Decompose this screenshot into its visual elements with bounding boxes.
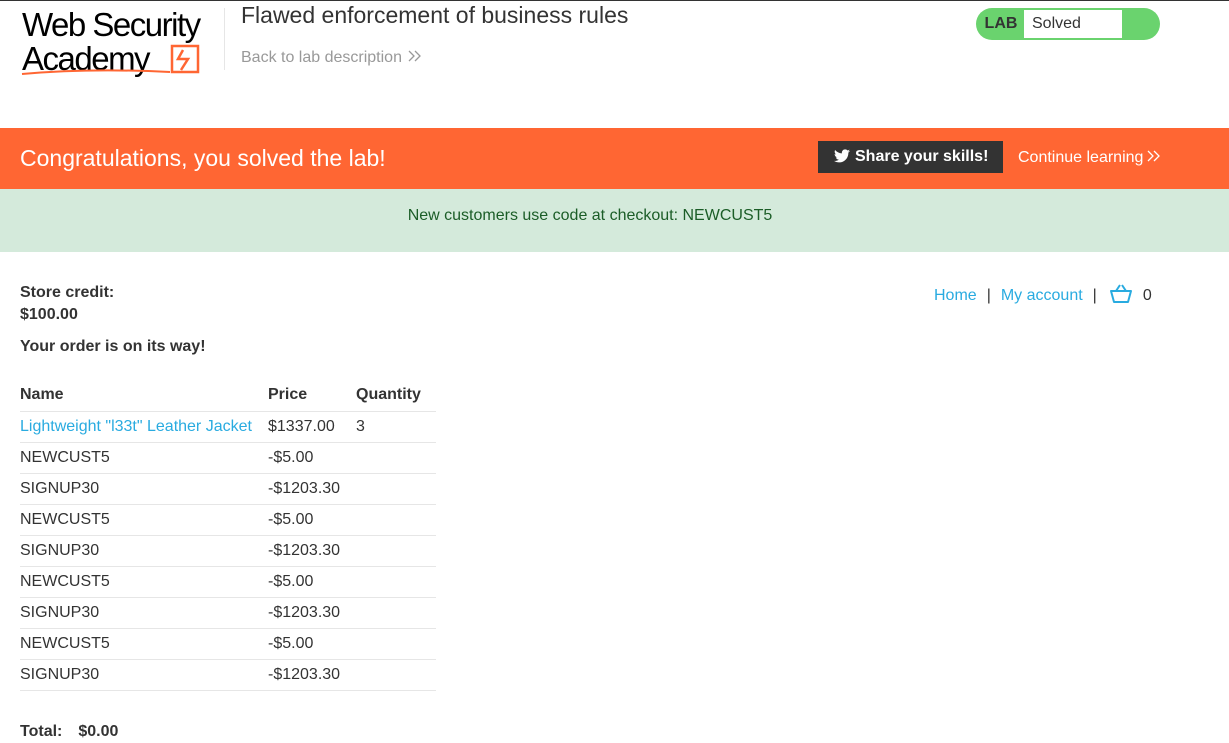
header-divider	[224, 8, 225, 70]
double-chevron-right-icon	[408, 49, 422, 67]
row-name: SIGNUP30	[20, 596, 268, 628]
back-link-label: Back to lab description	[241, 49, 402, 66]
logo-flame-icon	[21, 44, 200, 75]
congratulations-message: Congratulations, you solved the lab!	[20, 145, 386, 171]
lab-status-text: Solved	[1024, 10, 1122, 38]
back-to-lab-description-link[interactable]: Back to lab description	[241, 49, 422, 67]
row-quantity	[356, 472, 436, 504]
row-name: NEWCUST5	[20, 565, 268, 597]
row-price: -$5.00	[268, 503, 356, 535]
nav-separator: |	[986, 287, 991, 304]
row-quantity	[356, 534, 436, 566]
promo-notice-text: New customers use code at checkout: NEWC…	[407, 207, 773, 224]
table-row: SIGNUP30 -$1203.30	[20, 658, 436, 691]
total-label: Total:	[20, 723, 63, 740]
double-chevron-right-icon	[1147, 149, 1161, 166]
row-quantity	[356, 596, 436, 628]
store-credit-label: Store credit:	[20, 284, 115, 301]
store-credit-value: $100.00	[20, 306, 78, 323]
column-header-name: Name	[20, 386, 64, 403]
table-row: NEWCUST5 -$5.00	[20, 627, 436, 659]
cart-count: 0	[1142, 287, 1152, 304]
promo-notice: New customers use code at checkout: NEWC…	[0, 189, 1229, 252]
nav-separator: |	[1092, 287, 1097, 304]
row-price: -$1203.30	[268, 472, 356, 504]
order-confirmation-message: Your order is on its way!	[20, 338, 206, 355]
share-button-label: Share your skills!	[855, 148, 989, 165]
continue-learning-label: Continue learning	[1018, 149, 1144, 166]
table-header-row: Name Price Quantity	[20, 380, 436, 411]
lab-title: Flawed enforcement of business rules	[241, 2, 629, 28]
row-name: SIGNUP30	[20, 472, 268, 504]
top-nav: Home | My account | 0	[934, 284, 1152, 306]
cart-basket-icon	[1109, 284, 1133, 308]
continue-learning-link[interactable]: Continue learning	[1018, 149, 1161, 167]
row-price: -$1203.30	[268, 658, 356, 691]
share-your-skills-button[interactable]: Share your skills!	[818, 141, 1003, 173]
row-price: -$5.00	[268, 441, 356, 473]
lab-status-widget: LAB Solved	[976, 8, 1160, 40]
row-quantity	[356, 627, 436, 659]
lab-tag: LAB	[984, 15, 1018, 32]
row-price: $1337.00	[268, 410, 356, 442]
row-price: -$1203.30	[268, 596, 356, 628]
row-quantity	[356, 503, 436, 535]
total-value: $0.00	[78, 723, 119, 740]
twitter-icon	[834, 143, 850, 175]
row-name: SIGNUP30	[20, 534, 268, 566]
row-name: NEWCUST5	[20, 503, 268, 535]
row-name: SIGNUP30	[20, 658, 268, 691]
row-price: -$5.00	[268, 627, 356, 659]
order-table: Name Price Quantity Lightweight "l33t" L…	[20, 380, 436, 691]
cart-link[interactable]	[1109, 284, 1133, 309]
row-quantity	[356, 658, 436, 691]
table-row: SIGNUP30 -$1203.30	[20, 472, 436, 504]
web-security-academy-logo[interactable]: Web Security Academy	[20, 6, 222, 78]
top-border	[0, 0, 1229, 1]
row-name: NEWCUST5	[20, 441, 268, 473]
table-row: NEWCUST5 -$5.00	[20, 503, 436, 535]
row-price: -$5.00	[268, 565, 356, 597]
order-total: Total: $0.00	[20, 723, 118, 741]
congratulations-banner: Congratulations, you solved the lab! Sha…	[0, 128, 1229, 189]
row-quantity	[356, 441, 436, 473]
home-link[interactable]: Home	[934, 287, 977, 304]
table-row: SIGNUP30 -$1203.30	[20, 534, 436, 566]
column-header-price: Price	[268, 386, 308, 403]
row-quantity	[356, 565, 436, 597]
column-header-quantity: Quantity	[356, 386, 421, 403]
table-row: NEWCUST5 -$5.00	[20, 565, 436, 597]
table-row: Lightweight "l33t" Leather Jacket $1337.…	[20, 410, 436, 442]
table-row: NEWCUST5 -$5.00	[20, 441, 436, 473]
my-account-link[interactable]: My account	[1001, 287, 1083, 304]
table-row: SIGNUP30 -$1203.30	[20, 596, 436, 628]
row-name: NEWCUST5	[20, 627, 268, 659]
row-quantity: 3	[356, 410, 436, 442]
product-link[interactable]: Lightweight "l33t" Leather Jacket	[20, 418, 252, 435]
row-price: -$1203.30	[268, 534, 356, 566]
